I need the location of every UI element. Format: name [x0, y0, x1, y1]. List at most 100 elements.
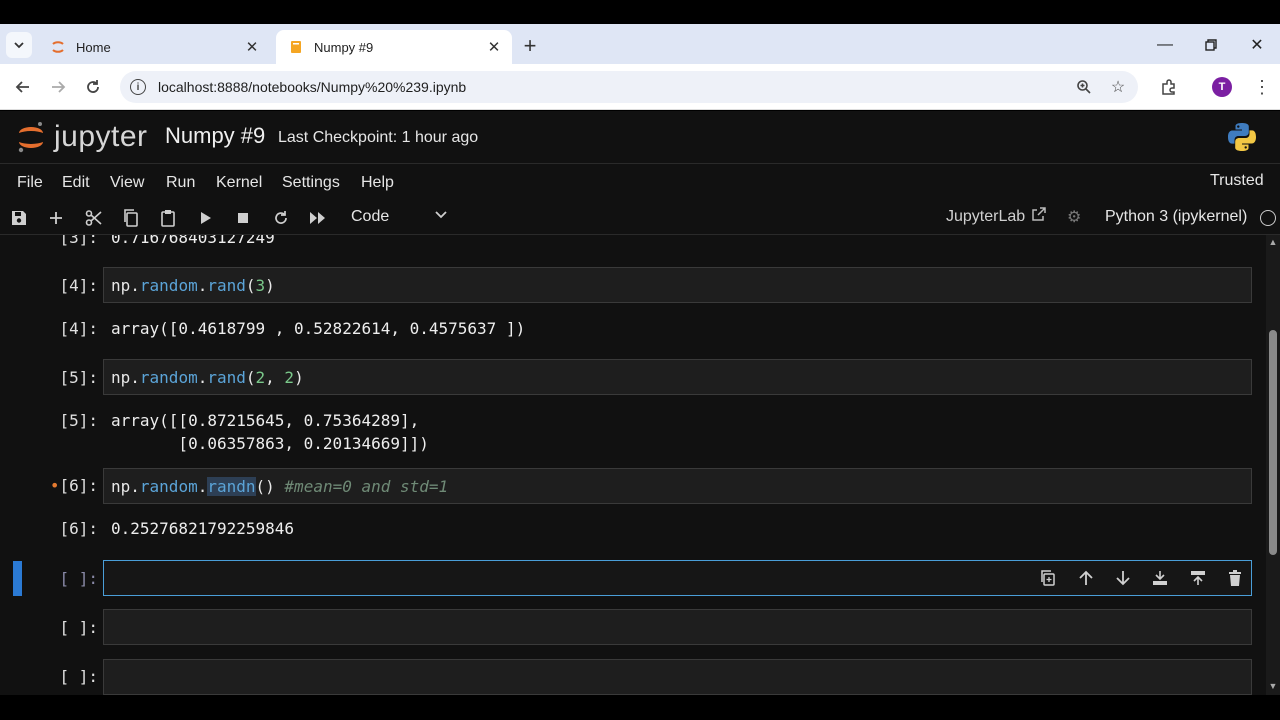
code-text: np.random.rand(2, 2)	[111, 368, 304, 387]
scrollbar-thumb[interactable]	[1269, 330, 1277, 555]
forward-button[interactable]	[45, 74, 71, 100]
scissors-icon	[85, 210, 102, 226]
bookmark-star-icon[interactable]: ☆	[1104, 73, 1132, 101]
tab-search-button[interactable]	[6, 32, 32, 58]
menu-kernel[interactable]: Kernel	[216, 174, 262, 192]
output-prompt: [3]:	[59, 235, 98, 247]
menu-file[interactable]: File	[17, 174, 43, 192]
active-cell-indicator	[13, 561, 22, 596]
active-code-cell-input[interactable]	[103, 560, 1252, 596]
delete-cell-icon[interactable]	[1223, 567, 1247, 589]
cell-output: 0.716768403127249	[111, 235, 275, 247]
url-text: localhost:8888/notebooks/Numpy%20%239.ip…	[158, 79, 467, 95]
address-bar[interactable]: i localhost:8888/notebooks/Numpy%20%239.…	[120, 71, 1138, 103]
close-window-button[interactable]: ✕	[1242, 32, 1272, 58]
jupyter-header: jupyter Numpy #9 Last Checkpoint: 1 hour…	[0, 111, 1280, 163]
jupyter-favicon-icon	[50, 39, 66, 55]
duplicate-cell-icon[interactable]	[1036, 567, 1060, 589]
kernel-status-icon	[1260, 210, 1276, 226]
trusted-indicator[interactable]: Trusted	[1210, 172, 1264, 190]
copy-icon	[124, 209, 138, 227]
tab-title: Home	[76, 39, 111, 55]
paste-button[interactable]	[155, 205, 181, 231]
move-down-icon[interactable]	[1111, 567, 1135, 589]
cell-output: array([0.4618799 , 0.52822614, 0.4575637…	[111, 319, 526, 338]
checkpoint-status: Last Checkpoint: 1 hour ago	[278, 129, 479, 146]
code-cell-input[interactable]: np.random.randn() #mean=0 and std=1	[103, 468, 1252, 504]
jupyter-wordmark: jupyter	[54, 120, 148, 153]
restore-button[interactable]	[1196, 32, 1226, 58]
restart-button[interactable]	[268, 205, 294, 231]
code-comment: #mean=0 and std=1	[284, 477, 449, 496]
close-tab-icon[interactable]: ✕	[242, 37, 262, 57]
input-prompt: [ ]:	[59, 667, 98, 686]
reload-icon	[87, 80, 99, 93]
menu-run[interactable]: Run	[166, 174, 195, 192]
new-tab-button[interactable]: +	[518, 33, 542, 58]
jupyter-menubar: File Edit View Run Kernel Settings Help …	[0, 163, 1280, 201]
python-logo-icon	[1228, 123, 1256, 151]
save-icon	[12, 211, 26, 225]
cell-type-select[interactable]: Code	[351, 208, 389, 226]
copy-button[interactable]	[118, 205, 144, 231]
notebook-favicon-icon	[288, 39, 304, 55]
jupyter-logo[interactable]: jupyter	[16, 119, 148, 155]
minimize-button[interactable]: —	[1150, 32, 1180, 58]
insert-above-icon[interactable]	[1148, 567, 1172, 589]
menu-help[interactable]: Help	[361, 174, 394, 192]
insert-below-icon[interactable]	[1186, 567, 1210, 589]
scroll-up-arrow-icon[interactable]: ▲	[1268, 237, 1278, 247]
save-button[interactable]	[6, 205, 32, 231]
chevron-down-icon	[14, 42, 24, 49]
reload-button[interactable]	[80, 74, 106, 100]
code-cell-input[interactable]: np.random.rand(2, 2)	[103, 359, 1252, 395]
menu-edit[interactable]: Edit	[62, 174, 90, 192]
site-info-icon[interactable]: i	[130, 79, 146, 95]
input-prompt: [4]:	[59, 276, 98, 295]
play-icon	[201, 212, 211, 224]
output-prompt: [4]:	[59, 319, 98, 338]
interrupt-button[interactable]	[230, 205, 256, 231]
browser-menu-icon[interactable]: ⋮	[1249, 74, 1275, 100]
back-button[interactable]	[10, 74, 36, 100]
clipboard-icon	[161, 210, 175, 227]
jupyterlab-link[interactable]: JupyterLab	[946, 208, 1025, 226]
notebook-title[interactable]: Numpy #9	[165, 123, 265, 149]
move-up-icon[interactable]	[1074, 567, 1098, 589]
extensions-icon[interactable]	[1156, 74, 1182, 100]
code-text: np.random.rand(3)	[111, 276, 275, 295]
prompt-label: [6]:	[59, 476, 98, 495]
notebook-panel[interactable]: [3]: 0.716768403127249 [4]: np.random.ra…	[0, 235, 1266, 695]
output-prompt: [6]:	[59, 519, 98, 538]
external-link-icon	[1031, 206, 1047, 225]
restore-icon	[1205, 39, 1217, 51]
run-button[interactable]	[193, 205, 219, 231]
code-cell-input[interactable]	[103, 659, 1252, 695]
menu-view[interactable]: View	[110, 174, 144, 192]
input-prompt: •[6]:	[48, 476, 98, 495]
stop-icon	[238, 213, 248, 223]
code-cell-input[interactable]	[103, 609, 1252, 645]
cut-button[interactable]	[81, 205, 107, 231]
restart-icon	[275, 211, 287, 224]
close-tab-icon[interactable]: ✕	[484, 37, 504, 57]
insert-cell-button[interactable]	[43, 205, 69, 231]
chevron-down-icon[interactable]	[434, 207, 448, 224]
code-text: np.random.randn() #mean=0 and std=1	[111, 477, 449, 496]
scroll-down-arrow-icon[interactable]: ▼	[1268, 681, 1278, 691]
input-prompt: [ ]:	[59, 618, 98, 637]
zoom-icon[interactable]	[1070, 73, 1098, 101]
fast-forward-icon	[310, 212, 325, 224]
menu-settings[interactable]: Settings	[282, 174, 340, 192]
profile-avatar[interactable]: T	[1212, 77, 1232, 97]
code-cell-input[interactable]: np.random.rand(3)	[103, 267, 1252, 303]
kernel-name[interactable]: Python 3 (ipykernel)	[1105, 208, 1247, 226]
arrow-right-icon	[52, 81, 66, 93]
cell-output-line: [0.06357863, 0.20134669]])	[111, 434, 429, 453]
tab-home[interactable]: Home ✕	[38, 30, 270, 64]
cell-output: 0.25276821792259846	[111, 519, 295, 538]
tab-numpy-9[interactable]: Numpy #9 ✕	[276, 30, 512, 64]
restart-run-all-button[interactable]	[305, 205, 331, 231]
tab-title: Numpy #9	[314, 39, 374, 55]
notebook-scrollbar[interactable]: ▲ ▼	[1266, 235, 1280, 695]
